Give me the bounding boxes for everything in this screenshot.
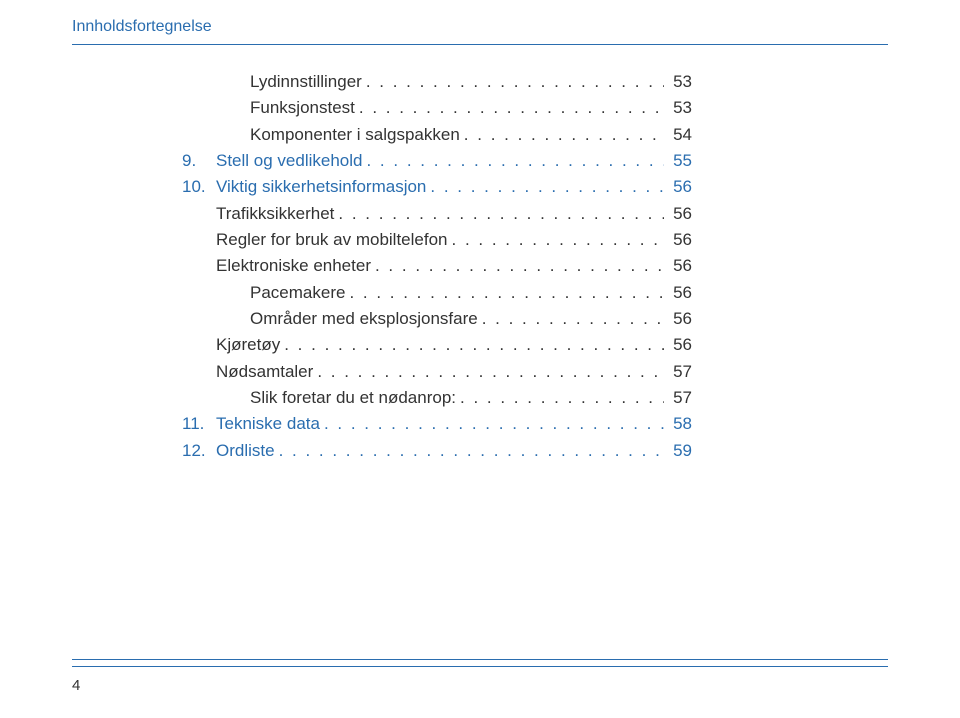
toc-page-ref: 53 [668,95,692,121]
toc-row: Trafikksikkerhet. . . . . . . . . . . . … [216,201,692,227]
page-footer: 4 [72,659,888,694]
toc-leader-dots: . . . . . . . . . . . . . . . . . . . . … [279,438,664,464]
toc-leader-dots: . . . . . . . . . . . . . . . . . . . . … [375,253,664,279]
toc-leader-dots: . . . . . . . . . . . . . . . . . . . . … [338,201,664,227]
toc-page-ref: 59 [668,438,692,464]
toc-section-number: 10. [182,174,216,200]
toc-leader-dots: . . . . . . . . . . . . . . . . . . . . … [324,411,664,437]
toc-row: 9.Stell og vedlikehold. . . . . . . . . … [182,148,692,174]
toc-row: Slik foretar du et nødanrop:. . . . . . … [250,385,692,411]
toc-label: Pacemakere [250,280,345,306]
table-of-contents: Lydinnstillinger. . . . . . . . . . . . … [182,69,888,464]
toc-row: Kjøretøy. . . . . . . . . . . . . . . . … [216,332,692,358]
toc-label: Funksjonstest [250,95,355,121]
toc-page-ref: 58 [668,411,692,437]
toc-page-ref: 56 [668,174,692,200]
toc-label: Kjøretøy [216,332,280,358]
toc-label: Ordliste [216,438,275,464]
toc-leader-dots: . . . . . . . . . . . . . . . . . . . . … [464,122,664,148]
toc-leader-dots: . . . . . . . . . . . . . . . . . . . . … [430,174,664,200]
toc-label: Slik foretar du et nødanrop: [250,385,456,411]
toc-leader-dots: . . . . . . . . . . . . . . . . . . . . … [452,227,664,253]
page-header-title: Innholdsfortegnelse [72,18,888,36]
toc-page-ref: 56 [668,280,692,306]
toc-leader-dots: . . . . . . . . . . . . . . . . . . . . … [349,280,664,306]
toc-label: Elektroniske enheter [216,253,371,279]
toc-section-number: 9. [182,148,216,174]
toc-section-number: 11. [182,411,216,437]
toc-leader-dots: . . . . . . . . . . . . . . . . . . . . … [366,148,664,174]
footer-divider-thin [72,666,888,667]
toc-page-ref: 56 [668,306,692,332]
toc-page-ref: 55 [668,148,692,174]
toc-row: 12.Ordliste. . . . . . . . . . . . . . .… [182,438,692,464]
toc-page-ref: 57 [668,385,692,411]
toc-row: 11.Tekniske data. . . . . . . . . . . . … [182,411,692,437]
toc-label: Trafikksikkerhet [216,201,334,227]
toc-row: Områder med eksplosjonsfare. . . . . . .… [250,306,692,332]
page-number: 4 [72,677,888,694]
toc-row: Funksjonstest. . . . . . . . . . . . . .… [250,95,692,121]
toc-label: Områder med eksplosjonsfare [250,306,478,332]
toc-row: Elektroniske enheter. . . . . . . . . . … [216,253,692,279]
footer-divider-thick [72,659,888,660]
toc-page-ref: 53 [668,69,692,95]
toc-leader-dots: . . . . . . . . . . . . . . . . . . . . … [366,69,664,95]
toc-label: Viktig sikkerhetsinformasjon [216,174,426,200]
toc-label: Regler for bruk av mobiltelefon [216,227,448,253]
toc-leader-dots: . . . . . . . . . . . . . . . . . . . . … [460,385,664,411]
toc-leader-dots: . . . . . . . . . . . . . . . . . . . . … [359,95,664,121]
toc-label: Stell og vedlikehold [216,148,362,174]
toc-label: Lydinnstillinger [250,69,362,95]
toc-page-ref: 57 [668,359,692,385]
toc-label: Nødsamtaler [216,359,313,385]
toc-page-ref: 54 [668,122,692,148]
toc-page-ref: 56 [668,201,692,227]
toc-page-ref: 56 [668,253,692,279]
header-divider [72,44,888,45]
toc-row: Komponenter i salgspakken. . . . . . . .… [250,122,692,148]
toc-row: 10.Viktig sikkerhetsinformasjon. . . . .… [182,174,692,200]
toc-leader-dots: . . . . . . . . . . . . . . . . . . . . … [317,359,664,385]
toc-page-ref: 56 [668,332,692,358]
toc-row: Lydinnstillinger. . . . . . . . . . . . … [250,69,692,95]
toc-row: Nødsamtaler. . . . . . . . . . . . . . .… [216,359,692,385]
toc-row: Regler for bruk av mobiltelefon. . . . .… [216,227,692,253]
toc-page-ref: 56 [668,227,692,253]
toc-leader-dots: . . . . . . . . . . . . . . . . . . . . … [284,332,664,358]
toc-row: Pacemakere. . . . . . . . . . . . . . . … [250,280,692,306]
toc-leader-dots: . . . . . . . . . . . . . . . . . . . . … [482,306,664,332]
toc-section-number: 12. [182,438,216,464]
toc-label: Tekniske data [216,411,320,437]
toc-label: Komponenter i salgspakken [250,122,460,148]
